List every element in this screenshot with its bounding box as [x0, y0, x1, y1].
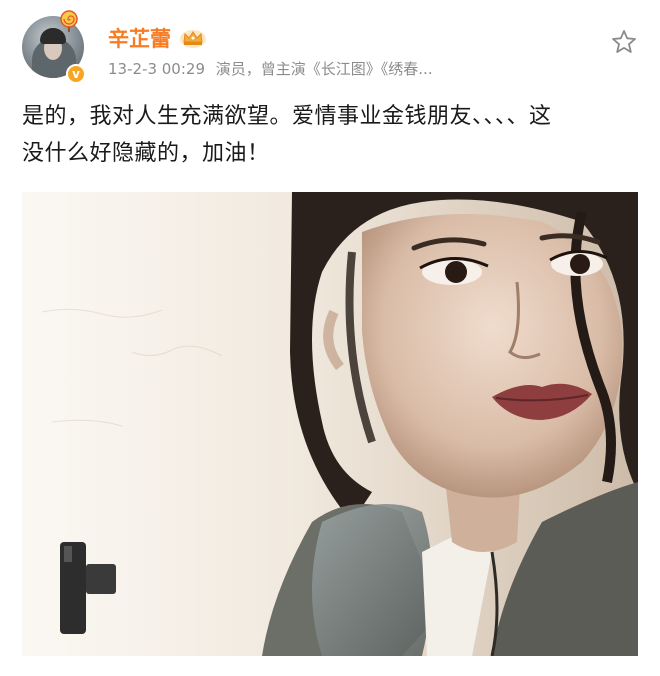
weibo-post: v 辛芷蕾 13-2-3 00:29 演员，曾主演《长江图》《绣春... 是的，… [0, 0, 660, 676]
portrait-photo [22, 192, 638, 656]
username-row: 辛芷蕾 [108, 22, 207, 54]
username[interactable]: 辛芷蕾 [108, 23, 171, 53]
post-meta: 13-2-3 00:29 演员，曾主演《长江图》《绣春... [108, 58, 439, 79]
post-text-line: 没什么好隐藏的，加油！ [22, 141, 270, 166]
post-timestamp[interactable]: 13-2-3 00:29 [108, 60, 205, 78]
post-photo[interactable] [22, 192, 638, 656]
post-body-text: 是的，我对人生充满欲望。爱情事业金钱朋友、、、、这 没什么好隐藏的，加油！ [22, 98, 638, 172]
author-bio: 演员，曾主演《长江图》《绣春... [215, 60, 433, 78]
verified-badge: v [66, 64, 86, 84]
star-outline-icon[interactable] [610, 28, 638, 56]
post-header: v 辛芷蕾 13-2-3 00:29 演员，曾主演《长江图》《绣春... [0, 0, 660, 92]
post-text-line: 是的，我对人生充满欲望。爱情事业金钱朋友、、、、这 [22, 104, 552, 129]
lollipop-icon [60, 10, 78, 32]
crown-icon[interactable] [179, 27, 207, 49]
